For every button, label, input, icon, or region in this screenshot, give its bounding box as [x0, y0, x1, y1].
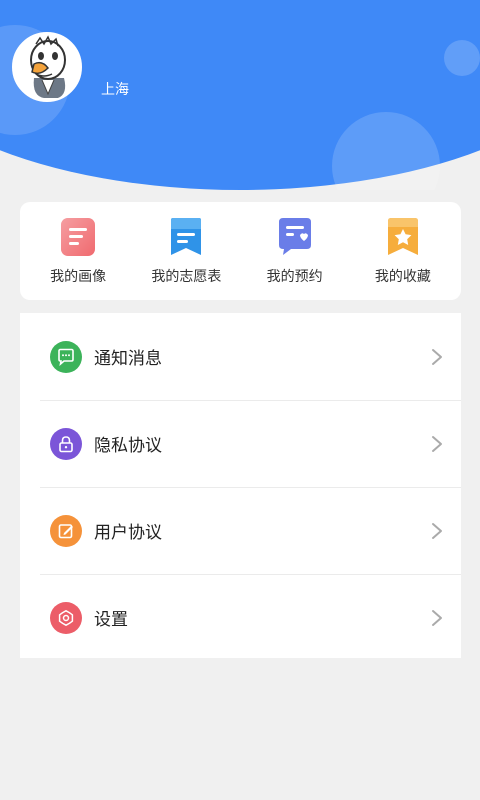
portrait-doc-icon: [61, 217, 96, 256]
quick-action-label: 我的画像: [50, 268, 107, 285]
menu-item-label: 用户协议: [94, 523, 162, 543]
lock-icon: [50, 427, 82, 460]
avatar[interactable]: [12, 32, 82, 102]
quick-actions-card: 我的画像 我的志愿表 我的预约 我的收藏: [20, 202, 461, 300]
menu-item-label: 设置: [94, 610, 128, 630]
star-bookmark-icon: [387, 217, 418, 255]
appointment-icon: [278, 217, 311, 255]
chevron-right-icon: [432, 522, 442, 539]
menu-item-notifications[interactable]: 通知消息: [20, 313, 461, 400]
menu-item-label: 隐私协议: [94, 436, 162, 456]
chevron-right-icon: [432, 609, 442, 626]
gear-icon: [50, 601, 82, 634]
profile-header: 上海: [0, 0, 480, 190]
chevron-right-icon: [432, 348, 442, 365]
location-text: 上海: [101, 82, 129, 98]
menu-item-privacy-policy[interactable]: 隐私协议: [20, 400, 461, 487]
message-icon: [50, 340, 82, 373]
duck-avatar-icon: [14, 34, 80, 100]
bookmark-list-icon: [171, 217, 202, 255]
quick-action-label: 我的收藏: [374, 268, 431, 285]
quick-action-favorites[interactable]: 我的收藏: [353, 217, 453, 286]
quick-action-label: 我的预约: [266, 268, 323, 285]
decor-bubble: [444, 40, 480, 76]
chevron-right-icon: [432, 435, 442, 452]
menu-item-settings[interactable]: 设置: [20, 574, 461, 661]
menu-item-user-agreement[interactable]: 用户协议: [20, 487, 461, 574]
quick-action-label: 我的志愿表: [151, 268, 222, 285]
quick-action-appointment[interactable]: 我的预约: [245, 217, 345, 286]
quick-action-portrait[interactable]: 我的画像: [28, 217, 128, 286]
quick-action-application-list[interactable]: 我的志愿表: [136, 217, 236, 286]
edit-icon: [50, 514, 82, 547]
menu-item-label: 通知消息: [94, 349, 162, 369]
settings-menu: 通知消息 隐私协议 用户协议 设置: [20, 313, 461, 658]
